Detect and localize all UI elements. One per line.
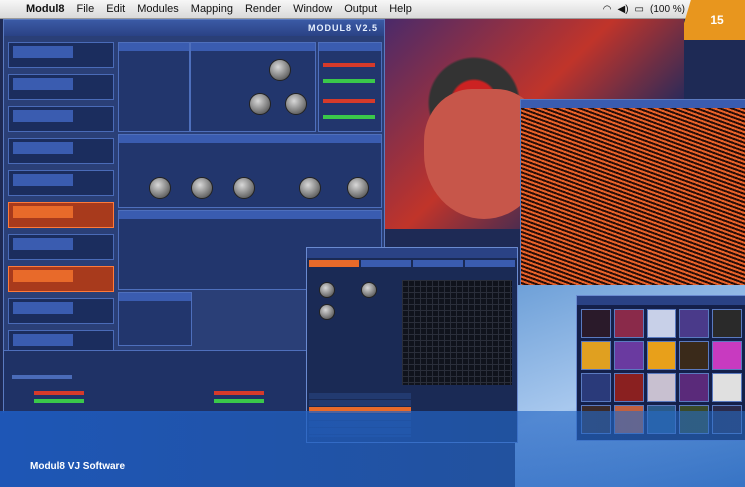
- menu-modules[interactable]: Modules: [131, 3, 185, 15]
- filter-tab[interactable]: [465, 260, 515, 267]
- red-slider[interactable]: [323, 99, 375, 103]
- layer-thumbnail: [13, 206, 73, 218]
- panel-header: [319, 43, 381, 51]
- media-tile[interactable]: [581, 373, 611, 402]
- layer-slot-active[interactable]: [8, 266, 114, 292]
- media-tile[interactable]: [613, 373, 644, 402]
- media-tile[interactable]: [581, 309, 611, 338]
- media-tile[interactable]: [712, 341, 742, 370]
- filter-tab-active[interactable]: [309, 260, 359, 267]
- fx-knob[interactable]: [191, 177, 213, 199]
- volume-icon[interactable]: ◀): [618, 4, 629, 15]
- fx-knob[interactable]: [347, 177, 369, 199]
- main-window-title: MODUL8 V2.5: [4, 20, 384, 36]
- transform-knob[interactable]: [249, 93, 271, 115]
- filter-knob[interactable]: [361, 282, 377, 298]
- menu-help[interactable]: Help: [383, 3, 418, 15]
- layer-slot[interactable]: [8, 170, 114, 196]
- transform-knob[interactable]: [285, 93, 307, 115]
- filter-window-title: [307, 248, 517, 258]
- filter-knob[interactable]: [319, 282, 335, 298]
- panel-header: [119, 293, 191, 301]
- media-tile[interactable]: [712, 309, 742, 338]
- transparency-panel: [118, 292, 192, 346]
- master-speed-slider[interactable]: [12, 375, 72, 379]
- menu-bar: Modul8 File Edit Modules Mapping Render …: [0, 0, 745, 19]
- layer-thumbnail: [13, 78, 73, 90]
- red-slider[interactable]: [323, 63, 375, 67]
- media-tile[interactable]: [613, 341, 644, 370]
- layer-slot[interactable]: [8, 234, 114, 260]
- filter-list-item[interactable]: [309, 393, 411, 400]
- panel-header: [191, 43, 315, 51]
- media-tile[interactable]: [646, 309, 677, 338]
- green-slider[interactable]: [323, 115, 375, 119]
- layer-slot[interactable]: [8, 42, 114, 68]
- menu-output[interactable]: Output: [338, 3, 383, 15]
- out-red-slider[interactable]: [214, 391, 264, 395]
- layer-slot[interactable]: [8, 138, 114, 164]
- battery-percent: (100 %): [649, 3, 685, 15]
- out-green-slider[interactable]: [214, 399, 264, 403]
- layer-thumbnail: [13, 270, 73, 282]
- battery-icon[interactable]: ▭: [635, 4, 644, 15]
- layer-list: [8, 42, 114, 372]
- figure-caption: Modul8 VJ Software: [30, 461, 126, 472]
- speed-panel: [118, 42, 190, 132]
- output-window-titlebar[interactable]: [521, 100, 745, 108]
- layer-thumbnail: [13, 174, 73, 186]
- bg-green-slider[interactable]: [34, 399, 84, 403]
- layer-thumbnail: [13, 46, 73, 58]
- caption-band: [0, 411, 745, 487]
- media-tile[interactable]: [646, 341, 677, 370]
- menu-mapping[interactable]: Mapping: [185, 3, 239, 15]
- menu-window[interactable]: Window: [287, 3, 338, 15]
- menu-app-modul8[interactable]: Modul8: [20, 3, 71, 15]
- menu-edit[interactable]: Edit: [100, 3, 131, 15]
- media-tile[interactable]: [679, 309, 710, 338]
- filter-tab[interactable]: [361, 260, 411, 267]
- menu-file[interactable]: File: [71, 3, 101, 15]
- layer-slot-active[interactable]: [8, 202, 114, 228]
- media-tile[interactable]: [679, 373, 710, 402]
- filter-knob[interactable]: [319, 304, 335, 320]
- green-slider[interactable]: [323, 79, 375, 83]
- media-tile[interactable]: [712, 373, 742, 402]
- fx-knob[interactable]: [149, 177, 171, 199]
- filter-tabs: [307, 258, 517, 269]
- layer-thumbnail: [13, 334, 73, 346]
- fx-knob[interactable]: [299, 177, 321, 199]
- video-output-window: [520, 99, 745, 287]
- media-tile[interactable]: [646, 373, 677, 402]
- filter-list-item[interactable]: [309, 400, 411, 407]
- filter-xy-pad[interactable]: [402, 280, 512, 385]
- pixel-fx-panel: [118, 134, 382, 208]
- panel-header: [119, 43, 189, 51]
- fx-knob[interactable]: [233, 177, 255, 199]
- layer-slot[interactable]: [8, 298, 114, 324]
- media-tile[interactable]: [581, 341, 611, 370]
- menu-render[interactable]: Render: [239, 3, 287, 15]
- media-tile[interactable]: [613, 309, 644, 338]
- bg-red-slider[interactable]: [34, 391, 84, 395]
- transform-panel: [190, 42, 316, 132]
- layer-slot[interactable]: [8, 74, 114, 100]
- wifi-icon[interactable]: ◠: [603, 4, 612, 15]
- post-colorize-panel: [318, 42, 382, 132]
- panel-header: [119, 135, 381, 143]
- media-set-titlebar: [577, 296, 745, 305]
- filter-tab[interactable]: [413, 260, 463, 267]
- rotation-knob[interactable]: [269, 59, 291, 81]
- layer-thumbnail: [13, 110, 73, 122]
- layer-thumbnail: [13, 302, 73, 314]
- media-tile[interactable]: [679, 341, 710, 370]
- layer-thumbnail: [13, 142, 73, 154]
- panel-header: [119, 211, 381, 219]
- layer-slot[interactable]: [8, 106, 114, 132]
- layer-thumbnail: [13, 238, 73, 250]
